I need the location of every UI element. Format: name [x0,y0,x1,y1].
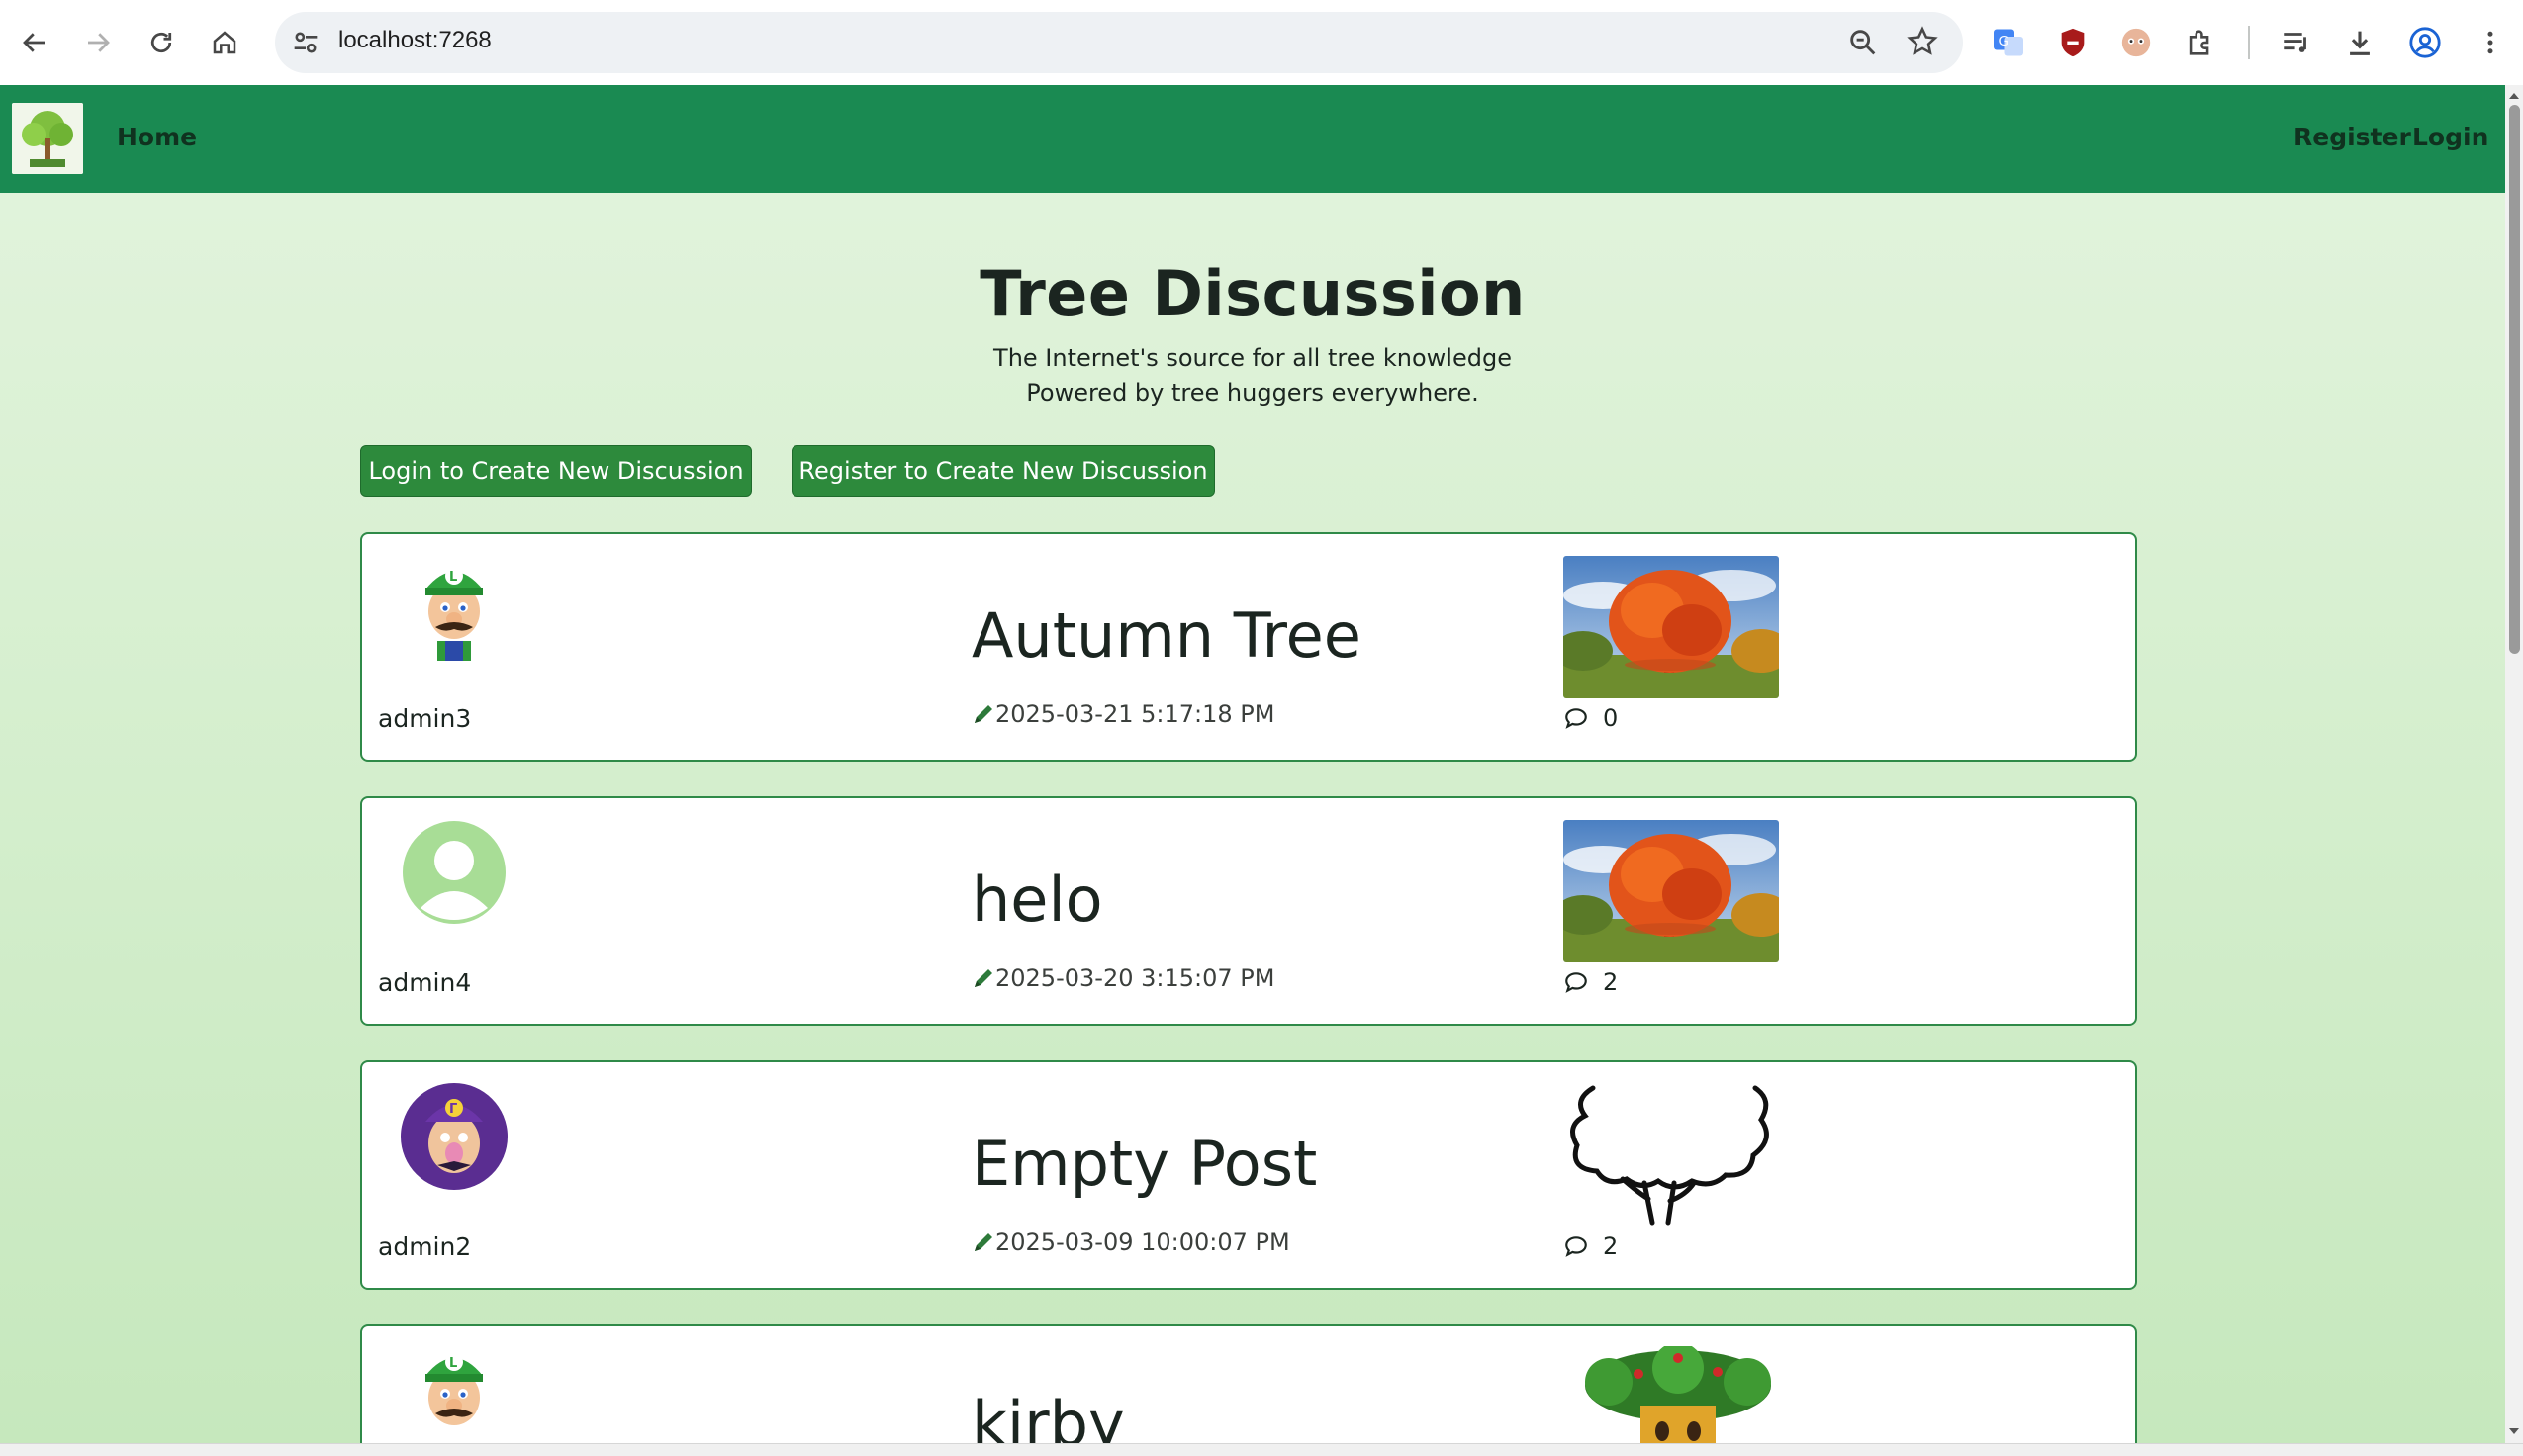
site-logo[interactable] [12,103,83,174]
autumn-tree-image[interactable] [1563,820,1779,962]
post-date: 2025-03-09 10:00:07 PM [995,1228,1290,1256]
scroll-down-arrow-icon[interactable] [2505,1422,2523,1440]
post-author[interactable]: admin3 [378,704,471,733]
face-extension-icon[interactable] [2113,20,2159,65]
pencil-icon [975,705,992,723]
shield-extension-icon[interactable] [2050,20,2096,65]
svg-text:L: L [449,1356,457,1371]
luigi-avatar-icon: L [400,1340,509,1443]
discussion-card[interactable]: admin4 helo 2025-03-20 3:15:07 PM 2 [360,796,2137,1026]
address-bar[interactable]: localhost:7268 [275,12,1963,73]
post-title[interactable]: kirby [972,1388,1125,1443]
menu-kebab-icon[interactable] [2468,20,2513,65]
nav-home-link[interactable]: Home [117,123,197,151]
comment-count: 2 [1563,1232,1618,1260]
zoom-icon[interactable] [1846,26,1880,63]
svg-text:G: G [1999,34,2009,49]
forward-icon[interactable] [73,18,123,67]
browser-toolbar: localhost:7268 G [0,0,2523,86]
svg-text:L: L [449,570,457,585]
back-icon[interactable] [10,18,59,67]
page-title: Tree Discussion [980,257,1526,329]
discussion-card[interactable]: L kirby [360,1324,2137,1443]
waluigi-avatar-icon: Γ [400,1082,509,1191]
login-to-create-button[interactable]: Login to Create New Discussion [360,445,752,497]
site-info-icon[interactable] [289,26,323,63]
comment-count: 0 [1563,704,1618,732]
comment-bubble-icon [1565,972,1587,993]
media-queue-icon[interactable] [2274,20,2319,65]
profile-icon[interactable] [2402,20,2448,65]
post-date: 2025-03-21 5:17:18 PM [995,700,1275,728]
comment-count-value: 0 [1603,704,1619,732]
discussion-card[interactable]: L admin3 Autumn Tree 2025-03-21 5:17:18 … [360,532,2137,762]
toolbar-divider [2248,26,2250,59]
translate-extension-icon[interactable]: G [1986,20,2031,65]
reload-icon[interactable] [137,18,186,67]
download-icon[interactable] [2337,20,2383,65]
default-user-avatar-icon [400,818,509,927]
post-title[interactable]: Empty Post [972,1128,1317,1200]
site-navbar: Home Register Login [0,85,2505,193]
page-viewport: Home Register Login Tree Discussion The … [0,85,2505,1443]
bottom-edge [0,1443,2523,1456]
post-date-row: 2025-03-09 10:00:07 PM [972,1228,1290,1256]
post-date-row: 2025-03-20 3:15:07 PM [972,964,1274,992]
register-to-create-button[interactable]: Register to Create New Discussion [792,445,1215,497]
post-title[interactable]: helo [972,864,1103,936]
extensions-puzzle-icon[interactable] [2178,20,2223,65]
url-text: localhost:7268 [338,27,492,53]
page-subtitle-line2: Powered by tree huggers everywhere. [1026,379,1479,407]
pencil-icon [975,969,992,987]
tree-outline-drawing[interactable] [1563,1084,1779,1227]
discussion-card[interactable]: Γ admin2 Empty Post 2025-03-09 10:00:07 … [360,1060,2137,1290]
svg-text:Γ: Γ [449,1102,457,1117]
post-title[interactable]: Autumn Tree [972,599,1361,672]
post-author[interactable]: admin2 [378,1232,471,1261]
post-date-row: 2025-03-21 5:17:18 PM [972,700,1274,728]
pencil-icon [975,1233,992,1251]
luigi-avatar-icon: L [400,554,509,663]
autumn-tree-image[interactable] [1563,556,1779,698]
comment-bubble-icon [1565,708,1587,729]
nav-login-link[interactable]: Login [2412,123,2488,151]
bookmark-star-icon[interactable] [1906,25,1939,62]
whispy-woods-tree-image[interactable] [1579,1346,1777,1443]
page-subtitle-line1: The Internet's source for all tree knowl… [993,344,1512,372]
comment-bubble-icon [1565,1236,1587,1257]
comment-count-value: 2 [1603,1232,1619,1260]
post-author[interactable]: admin4 [378,968,471,997]
comment-count: 2 [1563,968,1618,996]
page-scrollbar[interactable] [2505,85,2523,1443]
home-icon[interactable] [200,18,249,67]
scroll-up-arrow-icon[interactable] [2505,87,2523,105]
post-date: 2025-03-20 3:15:07 PM [995,964,1275,992]
nav-register-link[interactable]: Register [2293,123,2411,151]
comment-count-value: 2 [1603,968,1619,996]
scrollbar-thumb[interactable] [2509,105,2520,654]
